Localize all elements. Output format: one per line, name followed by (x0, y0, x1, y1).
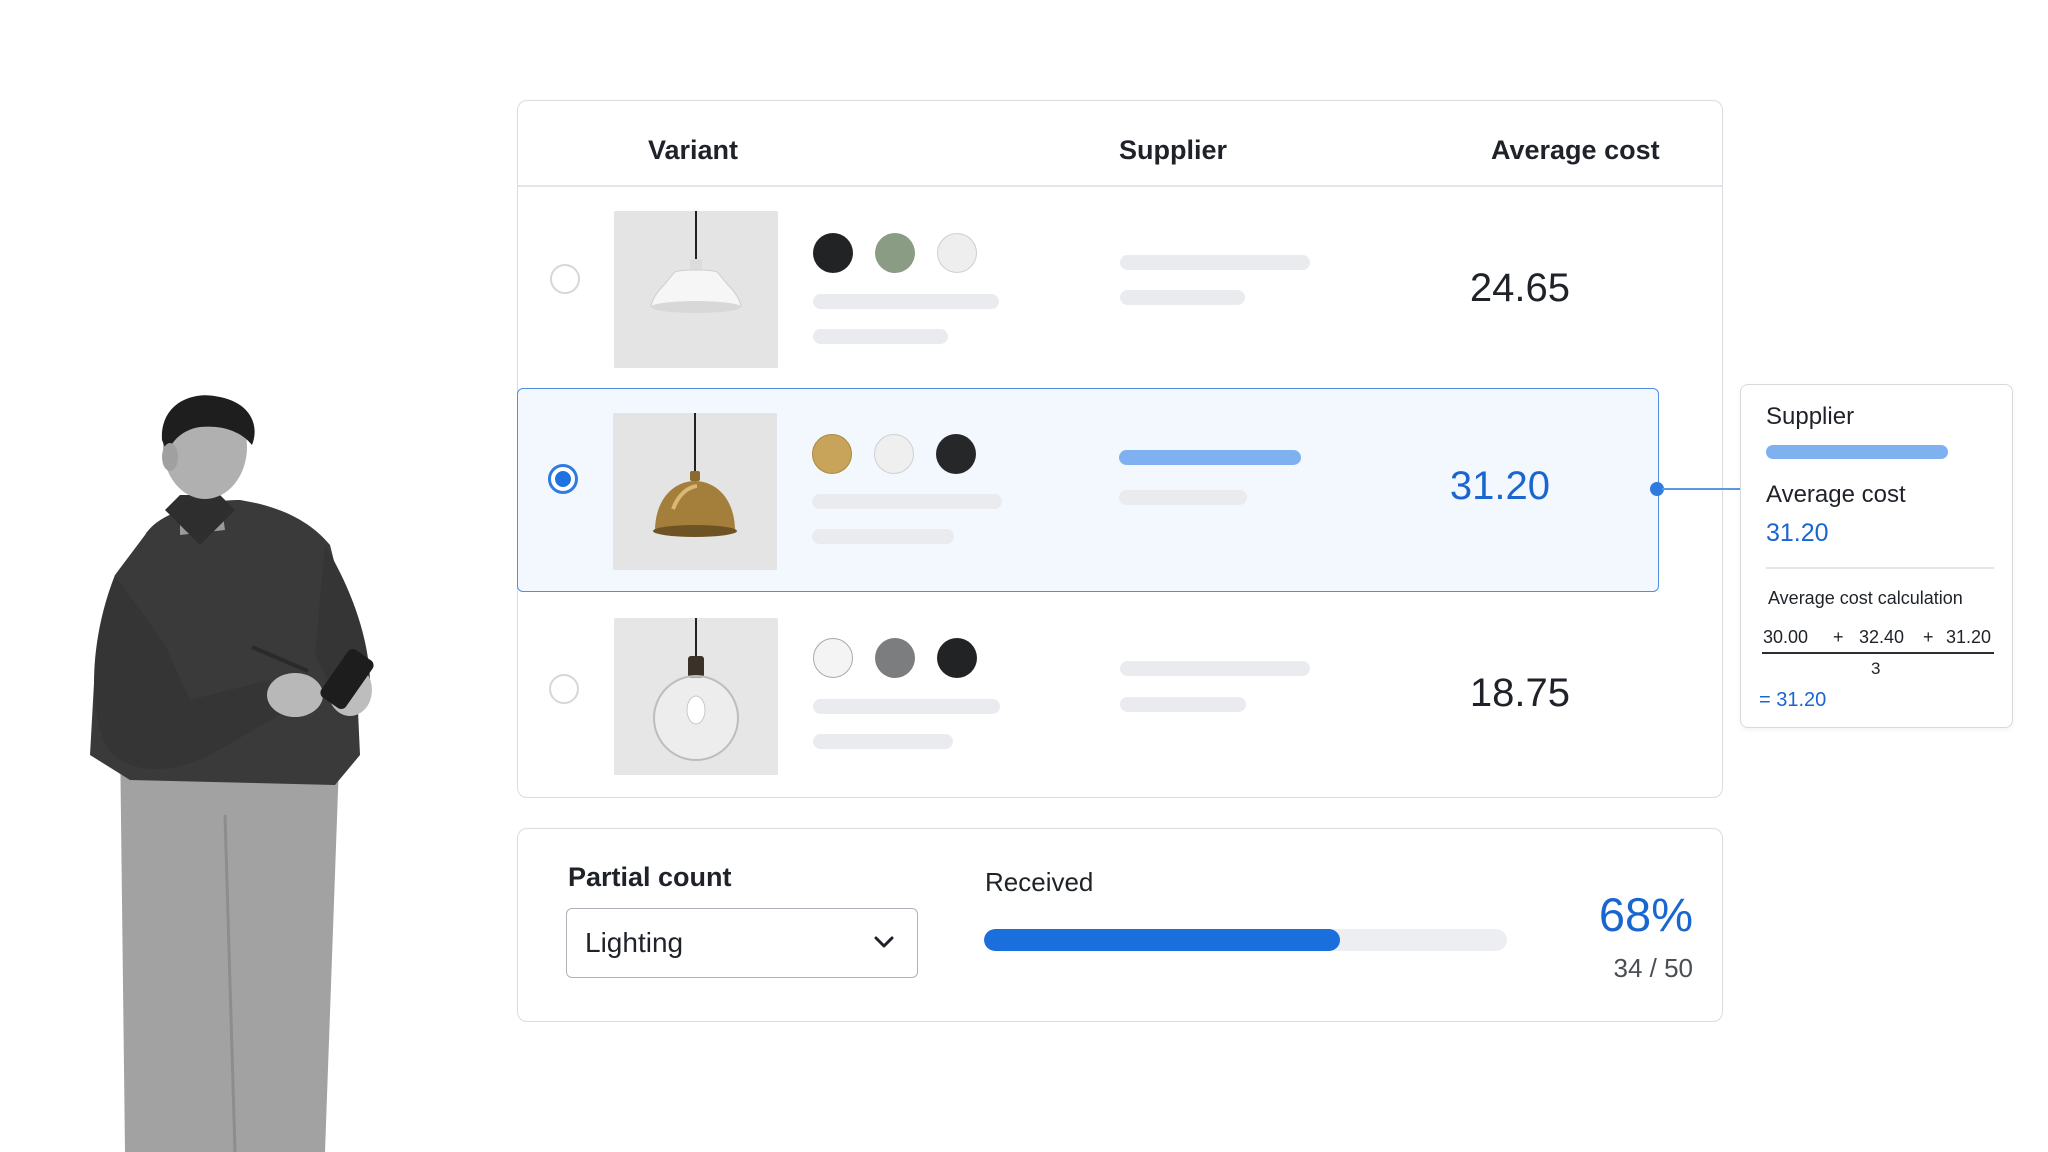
category-select-value: Lighting (585, 927, 684, 958)
received-progress-bar (984, 929, 1507, 951)
color-swatch[interactable] (813, 233, 853, 273)
placeholder-bar (813, 734, 953, 749)
color-swatch[interactable] (874, 434, 914, 474)
placeholder-bar (812, 494, 1002, 509)
connector-line (1662, 488, 1740, 490)
partial-count-title: Partial count (568, 862, 732, 892)
placeholder-bar (813, 294, 999, 309)
color-swatch[interactable] (875, 638, 915, 678)
operand: 31.20 (1946, 627, 1992, 647)
supplier-placeholder-bar (1120, 255, 1310, 270)
product-thumbnail (614, 211, 778, 368)
calculation-result: = 31.20 (1759, 689, 1827, 711)
category-select[interactable]: Lighting (566, 908, 918, 978)
operator: + (1923, 627, 1934, 647)
average-cost-value: 18.75 (1469, 671, 1570, 715)
column-header-average-cost: Average cost (1491, 135, 1660, 165)
received-label: Received (985, 867, 1094, 897)
product-thumbnail (614, 618, 778, 775)
supplier-placeholder-bar (1120, 661, 1310, 676)
column-header-supplier: Supplier (1119, 135, 1228, 165)
cost-detail-panel: Supplier Average cost 31.20 Average cost… (1740, 384, 2013, 728)
supplier-placeholder-bar (1120, 697, 1246, 712)
placeholder-bar (813, 699, 1000, 714)
operator: + (1833, 627, 1844, 647)
product-thumbnail (613, 413, 777, 570)
column-header-variant: Variant (648, 135, 739, 165)
supplier-placeholder-bar (1120, 290, 1245, 305)
glass-globe-pendant-lamp-image (614, 618, 778, 775)
row-select-radio-selected[interactable] (548, 464, 578, 494)
received-percent: 68% (1598, 888, 1693, 941)
color-swatch[interactable] (813, 638, 853, 678)
average-cost-value-selected: 31.20 (1449, 464, 1550, 508)
detail-supplier-placeholder-bar (1766, 445, 1948, 459)
header-divider (518, 185, 1722, 187)
detail-divider (1766, 567, 1994, 569)
color-swatch[interactable] (936, 434, 976, 474)
operand: 30.00 (1763, 627, 1809, 647)
fraction-line (1762, 652, 1994, 654)
calculation-label: Average cost calculation (1768, 588, 1963, 608)
received-progress-fill (984, 929, 1340, 951)
placeholder-bar (813, 329, 948, 344)
average-cost-value: 24.65 (1469, 266, 1570, 310)
row-select-radio[interactable] (550, 264, 580, 294)
detail-average-cost-value: 31.20 (1766, 519, 1829, 547)
brass-dome-pendant-lamp-image (613, 413, 777, 570)
chevron-down-icon (874, 936, 894, 948)
supplier-placeholder-bar (1119, 490, 1247, 505)
placeholder-bar (812, 529, 954, 544)
partial-count-card: Partial count Lighting Received 68% 34 /… (517, 828, 1723, 1022)
color-swatch[interactable] (812, 434, 852, 474)
color-swatch[interactable] (875, 233, 915, 273)
white-pendant-lamp-image (614, 211, 778, 368)
received-count: 34 / 50 (1613, 953, 1693, 983)
detail-supplier-label: Supplier (1766, 403, 1855, 430)
row-select-radio[interactable] (549, 674, 579, 704)
operand: 32.40 (1859, 627, 1905, 647)
variants-table: Variant Supplier Average cost 24.65 31.2… (517, 100, 1723, 798)
calculation-divisor: 3 (1871, 659, 1881, 678)
color-swatch[interactable] (937, 638, 977, 678)
color-swatch[interactable] (937, 233, 977, 273)
detail-average-cost-label: Average cost (1766, 481, 1906, 508)
person-with-phone-illustration (90, 395, 374, 1152)
supplier-placeholder-bar-highlighted (1119, 450, 1301, 465)
